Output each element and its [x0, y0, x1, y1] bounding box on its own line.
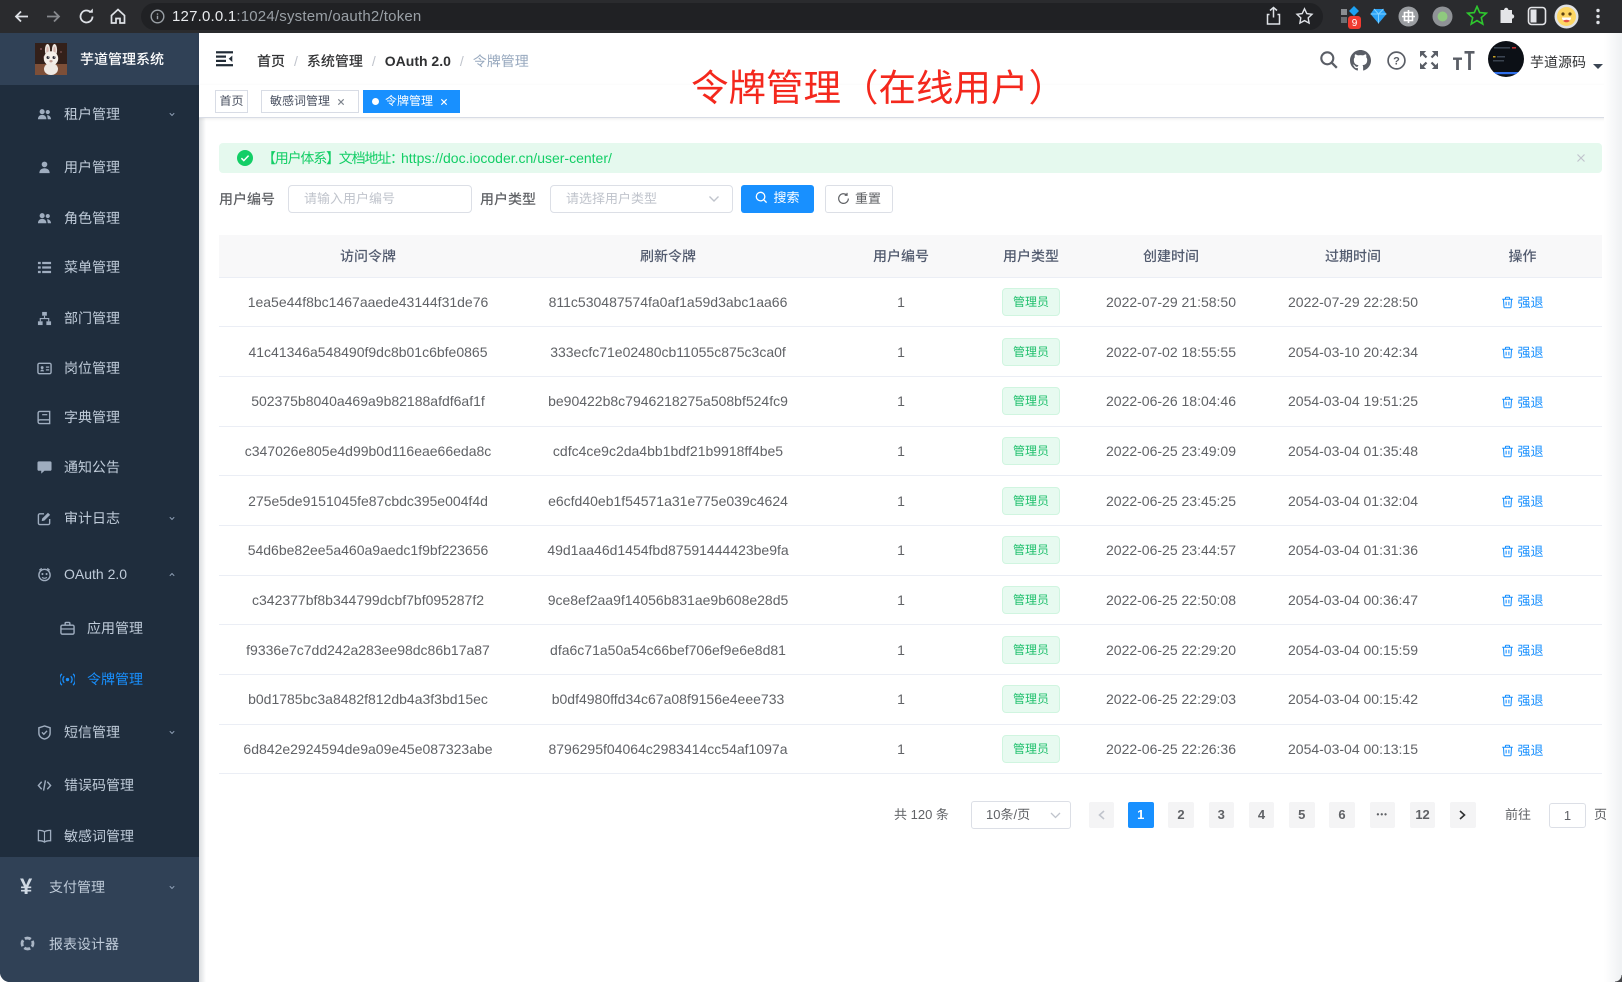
svg-text:?: ? [1393, 55, 1400, 67]
svg-text:9: 9 [1352, 18, 1358, 29]
